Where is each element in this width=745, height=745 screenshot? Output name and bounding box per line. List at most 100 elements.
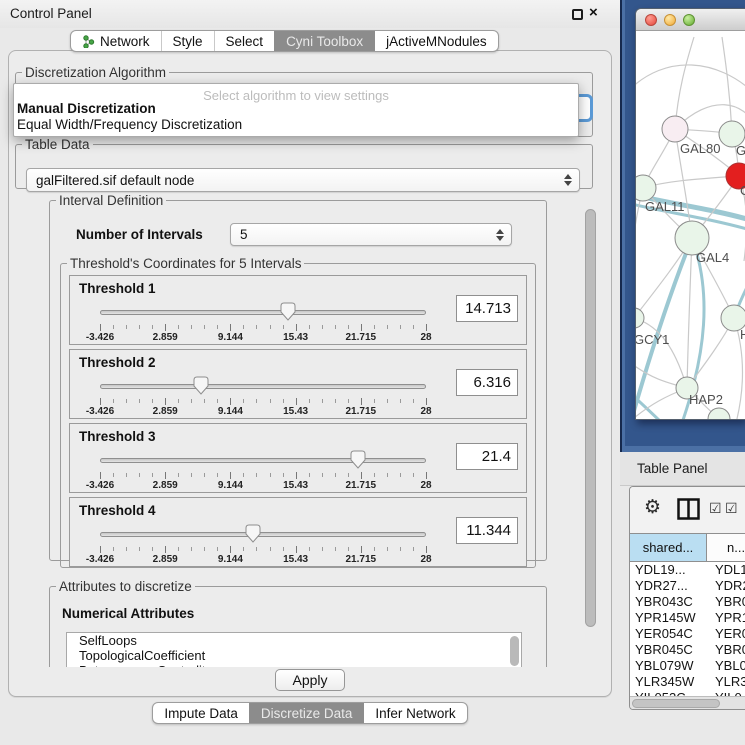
node-gal80[interactable] bbox=[662, 116, 688, 142]
node-gcy1[interactable] bbox=[636, 308, 644, 328]
tick-label: 21.715 bbox=[346, 554, 377, 565]
table-row[interactable]: YBL079WYBL0 bbox=[630, 658, 745, 674]
tick-label: -3.426 bbox=[86, 554, 114, 565]
cell-name: YDR2 bbox=[707, 578, 745, 594]
cell-shared-name: YBR043C bbox=[630, 594, 707, 610]
cell-shared-name: YBL079W bbox=[630, 658, 707, 674]
numerical-attribute-item[interactable]: BetweennessCentrality bbox=[67, 663, 521, 667]
cell-shared-name: YBR045C bbox=[630, 642, 707, 658]
network-edge[interactable] bbox=[722, 37, 732, 134]
apply-row: Apply bbox=[9, 669, 611, 697]
node-label-gal4: GAL4 bbox=[696, 250, 729, 265]
table-row[interactable]: YBR043CYBR0 bbox=[630, 594, 745, 610]
threshold-value-field[interactable]: 11.344 bbox=[456, 517, 518, 544]
tab-network[interactable]: Network bbox=[71, 31, 161, 51]
checkbox-icon[interactable]: ☑ bbox=[725, 500, 738, 517]
tab-label: jActiveMNodules bbox=[386, 34, 487, 49]
threshold-value-field[interactable]: 14.713 bbox=[456, 295, 518, 322]
threshold-slider[interactable] bbox=[100, 376, 426, 396]
attributes-group-title: Attributes to discretize bbox=[56, 579, 195, 594]
tab-select[interactable]: Select bbox=[214, 31, 275, 51]
column-header-2[interactable]: n... bbox=[707, 533, 745, 562]
tab-cyni-toolbox[interactable]: Cyni Toolbox bbox=[274, 31, 374, 51]
slider-tick-marks bbox=[100, 398, 426, 405]
threshold-label: Threshold 1 bbox=[79, 281, 156, 296]
number-of-intervals-spinner[interactable]: 5 bbox=[230, 223, 512, 246]
tick-label: 21.715 bbox=[346, 480, 377, 491]
slider-thumb[interactable] bbox=[280, 302, 296, 321]
table-horizontal-scrollbar[interactable] bbox=[630, 696, 745, 710]
tab-label: Cyni Toolbox bbox=[286, 34, 363, 49]
tick-label: -3.426 bbox=[86, 406, 114, 417]
numerical-attributes-list[interactable]: SelfLoopsTopologicalCoefficientBetweenne… bbox=[66, 632, 522, 667]
tab-impute-data[interactable]: Impute Data bbox=[153, 703, 249, 723]
network-edge[interactable] bbox=[643, 176, 739, 188]
threshold-slider[interactable] bbox=[100, 524, 426, 544]
table-row[interactable]: YBR045CYBR0 bbox=[630, 642, 745, 658]
table-rows: YDL19...YDL1YDR27...YDR2YBR043CYBR0YPR14… bbox=[630, 562, 745, 696]
slider-thumb[interactable] bbox=[193, 376, 209, 395]
network-edge[interactable] bbox=[687, 238, 692, 388]
right-panel: GAL80GACGAL11GAL4GCY1HHAP2 Table Panel ⚙… bbox=[620, 0, 745, 745]
tab-jactivemnodules[interactable]: jActiveMNodules bbox=[374, 31, 498, 51]
apply-button[interactable]: Apply bbox=[275, 669, 345, 691]
cyni-toolbox-panel: Discretization Algorithm Select algorith… bbox=[8, 50, 612, 697]
tab-style[interactable]: Style bbox=[161, 31, 214, 51]
cyni-mode-tabs: Impute DataDiscretize DataInfer Network bbox=[152, 702, 467, 724]
slider-tick-labels: -3.4262.8599.14415.4321.71528 bbox=[100, 332, 426, 343]
split-columns-icon[interactable] bbox=[677, 498, 700, 520]
window-close-icon[interactable]: × bbox=[589, 4, 598, 21]
cell-name: YDL1 bbox=[707, 562, 745, 578]
algorithm-dropdown-popup: Select algorithm to view settings Manual… bbox=[13, 83, 579, 137]
node-label-c: C bbox=[740, 183, 745, 198]
table-row[interactable]: YDR27...YDR2 bbox=[630, 578, 745, 594]
window-float-icon[interactable] bbox=[572, 9, 583, 20]
cell-name: YPR1 bbox=[707, 610, 745, 626]
table-row[interactable]: YER054CYER0 bbox=[630, 626, 745, 642]
threshold-label: Threshold 4 bbox=[79, 503, 156, 518]
slider-thumb[interactable] bbox=[350, 450, 366, 469]
gear-icon[interactable]: ⚙ bbox=[644, 496, 661, 519]
threshold-slider[interactable] bbox=[100, 302, 426, 322]
cell-name: YER0 bbox=[707, 626, 745, 642]
network-canvas[interactable]: GAL80GACGAL11GAL4GCY1HHAP2 bbox=[636, 31, 745, 419]
slider-tick-marks bbox=[100, 546, 426, 553]
algorithm-option-manual-discretization[interactable]: Manual Discretization bbox=[14, 101, 578, 117]
tab-label: Network bbox=[100, 34, 150, 49]
list-scrollbar[interactable] bbox=[510, 636, 519, 666]
numerical-attribute-item[interactable]: SelfLoops bbox=[67, 633, 521, 648]
table-row[interactable]: YDL19...YDL1 bbox=[630, 562, 745, 578]
threshold-slider[interactable] bbox=[100, 450, 426, 470]
tab-infer-network[interactable]: Infer Network bbox=[363, 703, 466, 723]
minimize-traffic-light-icon[interactable] bbox=[664, 14, 676, 26]
checkbox-icon[interactable]: ☑ bbox=[709, 500, 722, 517]
node-label-gal80: GAL80 bbox=[680, 141, 720, 156]
close-traffic-light-icon[interactable] bbox=[645, 14, 657, 26]
number-of-intervals-label: Number of Intervals bbox=[76, 227, 203, 242]
threshold-value-field[interactable]: 6.316 bbox=[456, 369, 518, 396]
panel-scrollbar[interactable] bbox=[584, 197, 598, 657]
slider-track bbox=[100, 310, 426, 315]
node-bottom[interactable] bbox=[708, 408, 730, 419]
cell-name: YBL0 bbox=[707, 658, 745, 674]
thresholds-group-title: Threshold's Coordinates for 5 Intervals bbox=[67, 256, 304, 271]
zoom-traffic-light-icon[interactable] bbox=[683, 14, 695, 26]
algorithm-option-equal-width-frequency-discretization[interactable]: Equal Width/Frequency Discretization bbox=[14, 117, 578, 133]
column-header-1[interactable]: shared... bbox=[630, 533, 707, 562]
table-row[interactable]: YPR145WYPR1 bbox=[630, 610, 745, 626]
control-panel-titlebar: Control Panel × bbox=[0, 0, 620, 28]
threshold-value-field[interactable]: 21.4 bbox=[456, 443, 518, 470]
threshold-label: Threshold 2 bbox=[79, 355, 156, 370]
cell-shared-name: YLR345W bbox=[630, 674, 707, 690]
network-window: GAL80GACGAL11GAL4GCY1HHAP2 bbox=[635, 8, 745, 420]
slider-thumb[interactable] bbox=[245, 524, 261, 543]
node-table: ⚙ ☑ ☑ shared...n... YDL19...YDL1YDR27...… bbox=[629, 486, 745, 710]
table-row[interactable]: YLR345WYLR3 bbox=[630, 674, 745, 690]
tab-label: Select bbox=[226, 34, 264, 49]
table-data-combo[interactable]: galFiltered.sif default node bbox=[26, 168, 580, 192]
numerical-attribute-item[interactable]: TopologicalCoefficient bbox=[67, 648, 521, 663]
spinner-arrows-icon bbox=[496, 229, 504, 241]
tab-discretize-data[interactable]: Discretize Data bbox=[249, 703, 364, 723]
slider-tick-labels: -3.4262.8599.14415.4321.71528 bbox=[100, 554, 426, 565]
node-label-gal11: GAL11 bbox=[645, 199, 685, 214]
